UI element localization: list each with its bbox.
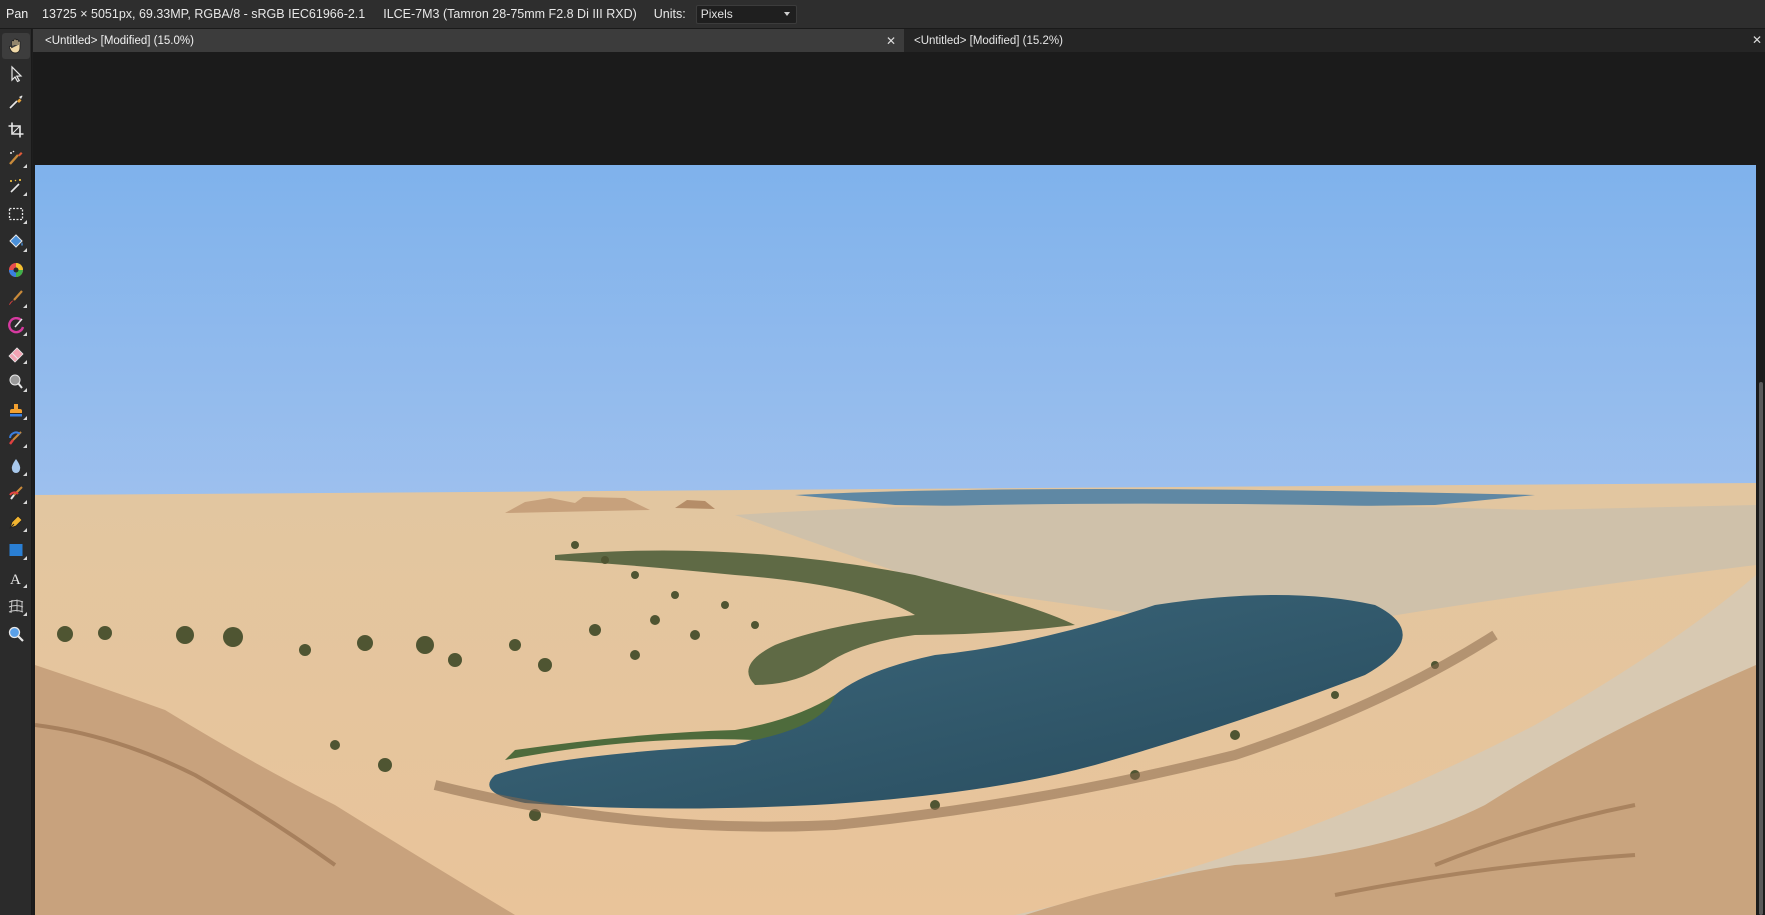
flyout-indicator bbox=[22, 584, 27, 588]
crop-tool[interactable] bbox=[2, 117, 30, 143]
context-toolbar: Pan 13725 × 5051px, 69.33MP, RGBA/8 - sR… bbox=[0, 0, 1765, 29]
flyout-indicator bbox=[22, 248, 27, 252]
flyout-indicator bbox=[22, 220, 27, 224]
dodge-tool[interactable] bbox=[2, 369, 30, 395]
tools-panel: A bbox=[0, 29, 32, 915]
erase-brush-tool[interactable] bbox=[2, 341, 30, 367]
blur-tool[interactable] bbox=[2, 453, 30, 479]
color-wheel-icon bbox=[8, 263, 23, 277]
flyout-indicator bbox=[22, 612, 27, 616]
current-tool-name: Pan bbox=[6, 7, 29, 21]
close-icon[interactable]: ✕ bbox=[1752, 33, 1762, 47]
scrollbar-thumb[interactable] bbox=[1759, 382, 1763, 915]
view-tool[interactable] bbox=[1, 33, 30, 59]
camera-info: ILCE-7M3 (Tamron 28-75mm F2.8 Di III RXD… bbox=[383, 7, 637, 21]
flyout-indicator bbox=[22, 500, 27, 504]
magnifier-icon bbox=[8, 626, 24, 642]
document-info: 13725 × 5051px, 69.33MP, RGBA/8 - sRGB I… bbox=[42, 7, 366, 21]
flyout-indicator bbox=[22, 332, 27, 336]
flyout-indicator bbox=[22, 164, 27, 168]
text-tool[interactable]: A bbox=[2, 565, 30, 591]
marquee-tool[interactable] bbox=[2, 201, 30, 227]
vertical-scrollbar[interactable] bbox=[1757, 52, 1765, 915]
document-tab-1[interactable]: <Untitled> [Modified] (15.0%) ✕ bbox=[33, 29, 904, 52]
smudge-tool[interactable] bbox=[2, 481, 30, 507]
flyout-indicator bbox=[22, 304, 27, 308]
selection-brush-tool[interactable] bbox=[2, 145, 30, 171]
pen-tool[interactable] bbox=[2, 509, 30, 535]
inpainting-tool[interactable] bbox=[2, 425, 30, 451]
chevron-down-icon bbox=[783, 12, 790, 16]
flyout-indicator bbox=[22, 472, 27, 476]
flood-fill-tool[interactable] bbox=[2, 229, 30, 255]
flyout-indicator bbox=[22, 192, 27, 196]
document-tab-bar: <Untitled> [Modified] (15.0%) ✕ <Untitle… bbox=[33, 29, 1765, 52]
color-picker-tool[interactable] bbox=[2, 89, 30, 115]
close-icon[interactable]: ✕ bbox=[886, 34, 896, 48]
shape-tool[interactable] bbox=[2, 537, 30, 563]
flyout-indicator bbox=[22, 528, 27, 532]
crop-icon bbox=[8, 122, 23, 138]
document-tab-label: <Untitled> [Modified] (15.0%) bbox=[45, 34, 194, 47]
flyout-indicator bbox=[22, 444, 27, 448]
color-replacement-tool[interactable] bbox=[2, 257, 30, 283]
svg-text:A: A bbox=[10, 572, 21, 587]
flood-select-tool[interactable] bbox=[2, 173, 30, 199]
document-image bbox=[35, 165, 1756, 915]
units-dropdown[interactable]: Pixels bbox=[695, 4, 797, 24]
units-value: Pixels bbox=[700, 7, 733, 21]
units-label: Units: bbox=[653, 7, 686, 21]
zoom-tool[interactable] bbox=[2, 621, 30, 647]
clone-tool[interactable] bbox=[2, 397, 30, 423]
eyedropper-icon bbox=[8, 95, 22, 109]
mesh-warp-tool[interactable] bbox=[2, 593, 30, 619]
pointer-arrow-icon bbox=[10, 65, 22, 83]
flyout-indicator bbox=[22, 360, 27, 364]
hand-icon bbox=[8, 38, 20, 54]
paint-brush-tool[interactable] bbox=[2, 285, 30, 311]
document-tab-2[interactable]: <Untitled> [Modified] (15.2%) bbox=[904, 29, 1104, 52]
move-tool[interactable] bbox=[2, 61, 30, 87]
canvas-area[interactable] bbox=[33, 52, 1757, 915]
document-tab-label: <Untitled> [Modified] (15.2%) bbox=[914, 34, 1063, 47]
flyout-indicator bbox=[22, 416, 27, 420]
flyout-indicator bbox=[22, 388, 27, 392]
flyout-indicator bbox=[22, 556, 27, 560]
color-brush-tool[interactable] bbox=[2, 313, 30, 339]
